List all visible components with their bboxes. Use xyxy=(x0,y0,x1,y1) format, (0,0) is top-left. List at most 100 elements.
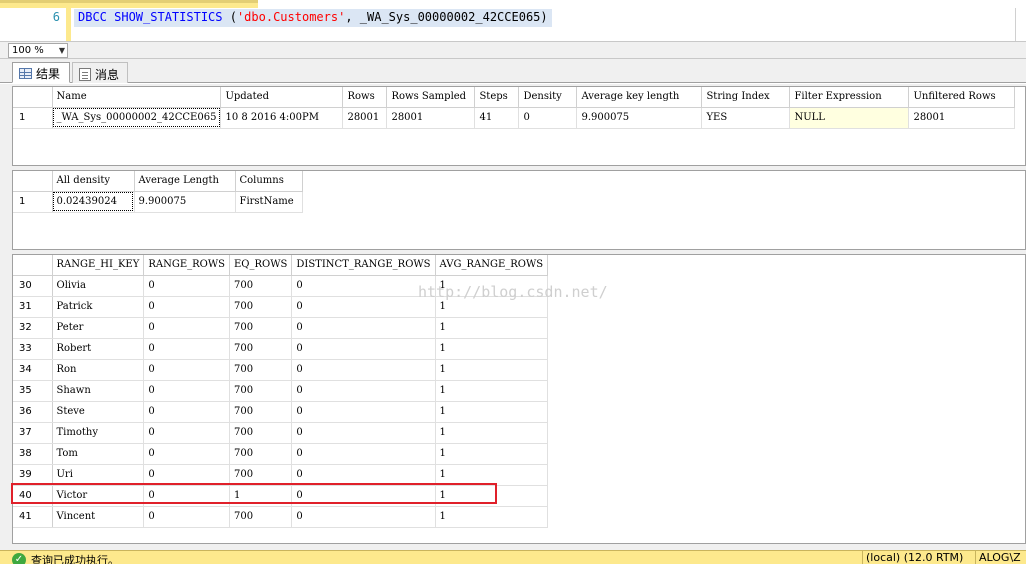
cell-string-index[interactable]: YES xyxy=(701,107,791,129)
cell-avg-range-rows[interactable]: 1 xyxy=(435,464,549,486)
row-number[interactable]: 31 xyxy=(13,296,53,318)
column-header[interactable]: EQ_ROWS xyxy=(229,255,293,276)
cell-eq-rows[interactable]: 700 xyxy=(229,296,293,318)
cell-eq-rows[interactable]: 700 xyxy=(229,380,293,402)
table-row[interactable]: 36 Steve 0 700 0 1 xyxy=(13,401,549,423)
cell-eq-rows[interactable]: 700 xyxy=(229,359,293,381)
cell-range-hi-key[interactable]: Olivia xyxy=(52,275,145,297)
column-header[interactable]: DISTINCT_RANGE_ROWS xyxy=(291,255,436,276)
cell-distinct-range-rows[interactable]: 0 xyxy=(291,359,436,381)
cell-avg-range-rows[interactable]: 1 xyxy=(435,443,549,465)
stats-header-grid[interactable]: Name Updated Rows Rows Sampled Steps Den… xyxy=(12,86,1026,166)
row-number[interactable]: 41 xyxy=(13,506,53,528)
table-row[interactable]: 1 0.02439024 9.900075 FirstName xyxy=(13,191,303,213)
cell-rows-sampled[interactable]: 28001 xyxy=(386,107,476,129)
cell-distinct-range-rows[interactable]: 0 xyxy=(291,317,436,339)
row-number[interactable]: 36 xyxy=(13,401,53,423)
cell-range-hi-key[interactable]: Ron xyxy=(52,359,145,381)
cell-distinct-range-rows[interactable]: 0 xyxy=(291,296,436,318)
cell-range-hi-key[interactable]: Steve xyxy=(52,401,145,423)
cell-unfiltered-rows[interactable]: 28001 xyxy=(908,107,1016,129)
tab-results[interactable]: 结果 xyxy=(12,62,70,83)
table-row[interactable]: 34 Ron 0 700 0 1 xyxy=(13,359,549,381)
row-number[interactable]: 39 xyxy=(13,464,53,486)
cell-distinct-range-rows[interactable]: 0 xyxy=(291,380,436,402)
cell-range-hi-key[interactable]: Shawn xyxy=(52,380,145,402)
cell-range-rows[interactable]: 0 xyxy=(143,380,230,402)
query-editor[interactable]: 6 DBCC SHOW_STATISTICS ('dbo.Customers',… xyxy=(0,0,1026,42)
cell-rows[interactable]: 28001 xyxy=(342,107,388,129)
cell-distinct-range-rows[interactable]: 0 xyxy=(291,422,436,444)
cell-avg-range-rows[interactable]: 1 xyxy=(435,422,549,444)
cell-distinct-range-rows[interactable]: 0 xyxy=(291,506,436,528)
tab-messages[interactable]: 消息 xyxy=(72,62,128,83)
column-header[interactable]: Unfiltered Rows xyxy=(908,87,1016,108)
row-number[interactable]: 32 xyxy=(13,317,53,339)
cell-name[interactable]: _WA_Sys_00000002_42CCE065 xyxy=(52,107,222,129)
cell-range-rows[interactable]: 0 xyxy=(143,401,230,423)
cell-range-rows[interactable]: 0 xyxy=(143,317,230,339)
row-number[interactable]: 37 xyxy=(13,422,53,444)
cell-avg-range-rows[interactable]: 1 xyxy=(435,338,549,360)
cell-range-hi-key[interactable]: Patrick xyxy=(52,296,145,318)
column-header[interactable]: Updated xyxy=(220,87,344,108)
density-grid[interactable]: All density Average Length Columns 1 0.0… xyxy=(12,170,1026,250)
cell-all-density[interactable]: 0.02439024 xyxy=(52,191,135,213)
row-number[interactable]: 1 xyxy=(13,191,53,213)
column-header[interactable]: Columns xyxy=(235,171,303,192)
column-header[interactable]: Steps xyxy=(474,87,520,108)
cell-range-rows[interactable]: 0 xyxy=(143,275,230,297)
table-row[interactable]: 38 Tom 0 700 0 1 xyxy=(13,443,549,465)
cell-range-hi-key[interactable]: Vincent xyxy=(52,506,145,528)
cell-range-rows[interactable]: 0 xyxy=(143,422,230,444)
cell-avg-range-rows[interactable]: 1 xyxy=(435,380,549,402)
row-number[interactable]: 38 xyxy=(13,443,53,465)
cell-range-rows[interactable]: 0 xyxy=(143,359,230,381)
chevron-down-icon[interactable]: ▼ xyxy=(59,44,65,57)
cell-eq-rows[interactable]: 700 xyxy=(229,464,293,486)
cell-avg-key-length[interactable]: 9.900075 xyxy=(576,107,703,129)
cell-distinct-range-rows[interactable]: 0 xyxy=(291,338,436,360)
cell-updated[interactable]: 10 8 2016 4:00PM xyxy=(220,107,344,129)
cell-range-rows[interactable]: 0 xyxy=(143,338,230,360)
cell-eq-rows[interactable]: 700 xyxy=(229,443,293,465)
column-header[interactable]: Rows xyxy=(342,87,388,108)
table-row[interactable]: 1 _WA_Sys_00000002_42CCE065 10 8 2016 4:… xyxy=(13,107,1016,129)
cell-distinct-range-rows[interactable]: 0 xyxy=(291,464,436,486)
cell-range-rows[interactable]: 0 xyxy=(143,443,230,465)
row-number[interactable]: 30 xyxy=(13,275,53,297)
cell-range-hi-key[interactable]: Timothy xyxy=(52,422,145,444)
cell-range-rows[interactable]: 0 xyxy=(143,506,230,528)
cell-range-hi-key[interactable]: Robert xyxy=(52,338,145,360)
column-header[interactable]: String Index xyxy=(701,87,791,108)
row-number[interactable]: 1 xyxy=(13,107,53,129)
cell-range-hi-key[interactable]: Uri xyxy=(52,464,145,486)
table-row[interactable]: 35 Shawn 0 700 0 1 xyxy=(13,380,549,402)
cell-distinct-range-rows[interactable]: 0 xyxy=(291,275,436,297)
cell-distinct-range-rows[interactable]: 0 xyxy=(291,443,436,465)
cell-columns[interactable]: FirstName xyxy=(235,191,303,213)
column-header[interactable]: Filter Expression xyxy=(789,87,910,108)
cell-eq-rows[interactable]: 700 xyxy=(229,401,293,423)
sql-statement[interactable]: DBCC SHOW_STATISTICS ('dbo.Customers', _… xyxy=(74,9,552,27)
table-row[interactable]: 33 Robert 0 700 0 1 xyxy=(13,338,549,360)
table-row[interactable]: 39 Uri 0 700 0 1 xyxy=(13,464,549,486)
table-row[interactable]: 32 Peter 0 700 0 1 xyxy=(13,317,549,339)
cell-distinct-range-rows[interactable]: 0 xyxy=(291,401,436,423)
cell-range-rows[interactable]: 0 xyxy=(143,296,230,318)
cell-eq-rows[interactable]: 700 xyxy=(229,506,293,528)
cell-filter-expression[interactable]: NULL xyxy=(789,107,910,129)
column-header[interactable]: Average key length xyxy=(576,87,703,108)
cell-avg-range-rows[interactable]: 1 xyxy=(435,401,549,423)
column-header[interactable]: Average Length xyxy=(134,171,236,192)
cell-eq-rows[interactable]: 700 xyxy=(229,317,293,339)
column-header[interactable]: Rows Sampled xyxy=(386,87,476,108)
row-number[interactable]: 34 xyxy=(13,359,53,381)
table-row[interactable]: 37 Timothy 0 700 0 1 xyxy=(13,422,549,444)
zoom-select[interactable]: 100 % ▼ xyxy=(8,43,68,58)
column-header[interactable]: AVG_RANGE_ROWS xyxy=(435,255,549,276)
column-header[interactable]: Name xyxy=(52,87,222,108)
cell-avg-range-rows[interactable]: 1 xyxy=(435,317,549,339)
cell-avg-range-rows[interactable]: 1 xyxy=(435,506,549,528)
table-row[interactable]: 41 Vincent 0 700 0 1 xyxy=(13,506,549,528)
